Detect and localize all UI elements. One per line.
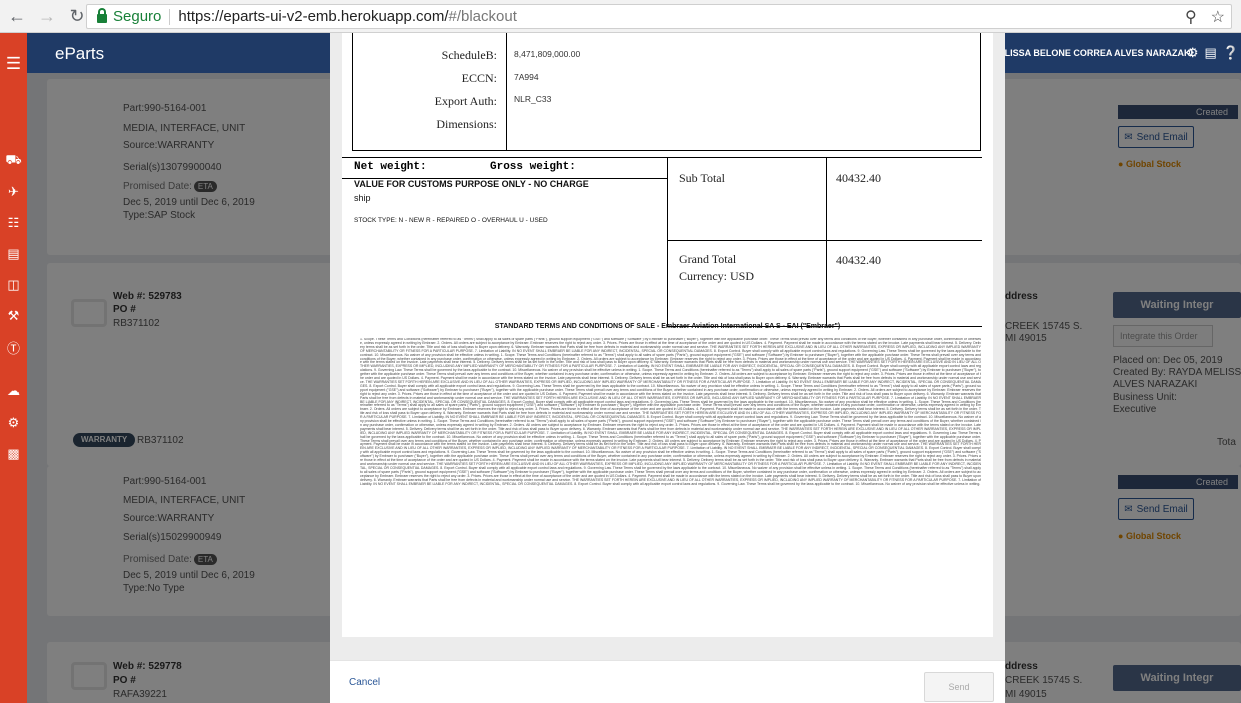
currency-label: Currency: USD xyxy=(679,269,754,283)
help-icon[interactable]: ❔ xyxy=(1223,45,1239,61)
browser-toolbar: ← → ↻ Seguro https://eparts-ui-v2-emb.he… xyxy=(0,0,1241,33)
modal-body: ScheduleB: 8,471,809,000.00 ECCN: 7A994 … xyxy=(330,33,1005,660)
url-hash: #/blackout xyxy=(448,8,517,25)
url-main: https://eparts-ui-v2-emb.herokuapp.com/ xyxy=(178,8,449,25)
hamburger-menu-icon[interactable]: ☰ xyxy=(0,54,27,74)
schedule-label: ScheduleB: xyxy=(441,48,497,62)
airplane-icon[interactable]: ✈ xyxy=(0,182,27,202)
grandtotal-label: Grand Total xyxy=(679,252,737,266)
back-icon[interactable]: ← xyxy=(4,3,30,29)
dimensions-label: Dimensions: xyxy=(436,117,497,131)
left-nav-rail: ☰ ⛟ ✈ ☷ ▤ ◫ ⚒ Ⓣ ☁ ⚙ ▩ xyxy=(0,33,27,703)
subtotal-label: Sub Total xyxy=(679,171,725,185)
ship-note: ship xyxy=(354,193,371,203)
cart-icon[interactable]: ☷ xyxy=(0,213,27,233)
export-auth-value: NLR_C33 xyxy=(514,94,552,104)
customs-note: VALUE FOR CUSTOMS PURPOSE ONLY - NO CHAR… xyxy=(354,179,589,189)
eccn-label: ECCN: xyxy=(461,71,497,85)
send-button[interactable]: Send xyxy=(924,672,994,702)
table-border xyxy=(980,33,981,151)
terms-body: 1. Scope. These Terms and Conditions (he… xyxy=(360,338,981,486)
forward-icon[interactable]: → xyxy=(34,3,60,29)
net-weight-label: Net weight: xyxy=(354,161,427,173)
divider xyxy=(169,8,171,25)
gross-weight-label: Gross weight: xyxy=(490,161,576,173)
truck-icon[interactable]: ⛟ xyxy=(0,151,27,171)
terms-title: STANDARD TERMS AND CONDITIONS OF SALE - … xyxy=(494,323,841,330)
cancel-button[interactable]: Cancel xyxy=(349,677,380,688)
table-border xyxy=(667,240,982,241)
bookmark-star-icon[interactable]: ☆ xyxy=(1211,7,1225,27)
cloud-icon[interactable]: ☁ xyxy=(0,381,27,401)
chart-icon[interactable]: ▩ xyxy=(0,444,27,464)
schedule-value: 8,471,809,000.00 xyxy=(514,49,581,59)
table-border xyxy=(352,150,981,151)
tools-icon[interactable]: ⚒ xyxy=(0,306,27,326)
invoice-modal: ScheduleB: 8,471,809,000.00 ECCN: 7A994 … xyxy=(330,33,1005,703)
document-icon[interactable]: ▤ xyxy=(1205,45,1217,61)
zoom-icon[interactable]: ⚲ xyxy=(1185,7,1197,27)
brand-logo[interactable]: eParts xyxy=(55,44,104,64)
table-border xyxy=(826,157,827,327)
export-auth-label: Export Auth: xyxy=(434,94,497,108)
secure-label: Seguro xyxy=(113,8,162,25)
document-icon[interactable]: ▤ xyxy=(0,244,27,264)
package-icon[interactable]: ◫ xyxy=(0,275,27,295)
table-border xyxy=(352,33,353,151)
cogs-icon[interactable]: ⚙ xyxy=(0,413,27,433)
grandtotal-value: 40432.40 xyxy=(836,253,881,267)
table-border xyxy=(667,157,668,327)
modal-footer: Cancel Send xyxy=(330,660,1005,703)
lock-icon xyxy=(97,8,107,23)
eccn-value: 7A994 xyxy=(514,72,539,82)
subtotal-value: 40432.40 xyxy=(836,171,881,185)
table-border xyxy=(506,33,507,151)
table-border xyxy=(342,157,982,158)
gear-icon[interactable]: ⚙ xyxy=(1187,45,1199,61)
dollar-icon[interactable]: Ⓣ xyxy=(0,337,27,357)
stock-type-legend: STOCK TYPE: N - NEW R - REPAIRED O - OVE… xyxy=(354,217,548,224)
address-bar[interactable]: Seguro https://eparts-ui-v2-emb.herokuap… xyxy=(86,4,1232,29)
invoice-document: ScheduleB: 8,471,809,000.00 ECCN: 7A994 … xyxy=(342,33,993,637)
user-name[interactable]: MELISSA BELONE CORREA ALVES NARAZAKI xyxy=(991,48,1193,58)
